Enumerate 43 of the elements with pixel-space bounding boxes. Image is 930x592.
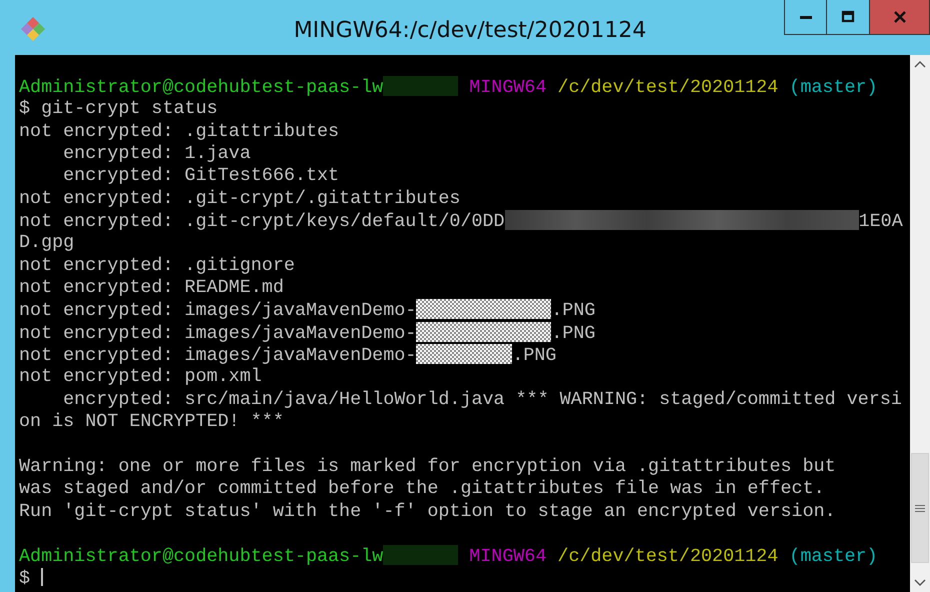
- terminal-text: on is NOT ENCRYPTED! ***: [19, 411, 284, 432]
- window-title: MINGW64:/c/dev/test/20201124: [292, 17, 648, 45]
- grip-icon: [915, 504, 925, 512]
- terminal-text: not encrypted: README.md: [19, 277, 284, 298]
- app-logo-icon: [20, 16, 46, 42]
- prompt-system: MINGW64: [469, 77, 546, 98]
- terminal-text: .PNG: [551, 322, 596, 344]
- scrollbar[interactable]: [910, 55, 930, 592]
- terminal-text: not encrypted: .gitignore: [19, 254, 295, 276]
- terminal-text: not encrypted: .gitattributes: [19, 120, 340, 142]
- close-icon: [892, 10, 906, 24]
- terminal-text: not encrypted: .git-crypt/keys/default/0/0DD: [19, 211, 505, 232]
- terminal-text: .PNG: [512, 345, 556, 366]
- terminal-text: D.gpg: [19, 232, 74, 254]
- terminal-text: Run 'git-crypt status' with the '-f' option to stage an encrypted version.: [19, 500, 836, 522]
- terminal-text: .PNG: [551, 300, 596, 322]
- terminal-text: not encrypted: images/javaMavenDemo-: [19, 322, 416, 344]
- terminal-text: was staged and/or committed before the .gitattributes file was in effect.: [19, 478, 825, 500]
- prompt-branch: (master): [789, 77, 878, 98]
- scroll-thumb[interactable]: [911, 453, 929, 563]
- terminal-text: not encrypted: .git-crypt/.gitattributes: [19, 188, 460, 209]
- terminal-text: not encrypted: images/javaMavenDemo-: [19, 345, 416, 366]
- prompt-path: /c/dev/test/20201124: [558, 546, 778, 568]
- terminal-text: 1E0A: [858, 211, 903, 232]
- terminal-text: encrypted: 1.java: [62, 143, 251, 164]
- close-button[interactable]: [870, 0, 930, 35]
- maximize-icon: [841, 10, 855, 24]
- prompt-system: MINGW64: [469, 546, 546, 568]
- minimize-button[interactable]: [784, 0, 827, 35]
- prompt-path: /c/dev/test/20201124: [558, 77, 778, 98]
- terminal-text: encrypted: src/main/java/HelloWorld.java *** WARNING: staged/committed versi: [62, 388, 902, 410]
- terminal-text: not encrypted: images/javaMavenDemo-: [19, 300, 416, 322]
- maximize-button[interactable]: [827, 0, 870, 35]
- minimize-icon: [798, 16, 812, 18]
- terminal-text: not encrypted: pom.xml: [19, 366, 262, 388]
- text-cursor: [41, 568, 44, 586]
- terminal-text: Warning: one or more files is marked for encryption via .gitattributes but: [19, 456, 836, 477]
- prompt-user: Administrator@codehubtest-paas-lw: [19, 546, 384, 568]
- prompt-branch: (master): [789, 546, 878, 568]
- terminal-text: $: [19, 568, 32, 589]
- prompt-user: Administrator@codehubtest-paas-lw: [19, 77, 384, 98]
- terminal-text: encrypted: GitTest666.txt: [62, 165, 340, 186]
- terminal-text: $ git-crypt status: [19, 98, 218, 120]
